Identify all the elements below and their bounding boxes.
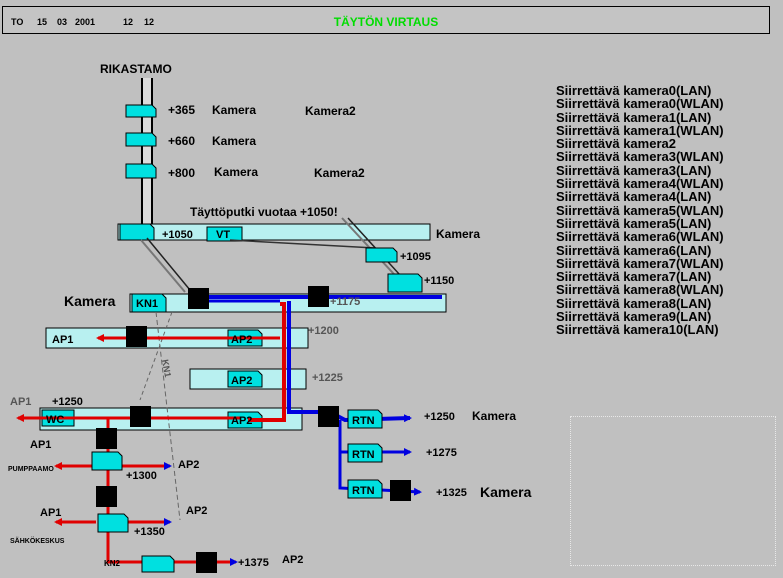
level-label-1175: +1175	[330, 296, 360, 308]
camera-list-item[interactable]: Siirrettävä kamera5(WLAN)	[556, 203, 724, 217]
camera-label[interactable]: Kamera	[480, 484, 532, 500]
camera-list-item[interactable]: Siirrettävä kamera6(WLAN)	[556, 230, 724, 244]
level-label-1375: +1375	[238, 557, 269, 569]
valve[interactable]	[96, 428, 117, 449]
ap2-label: AP2	[186, 505, 207, 517]
camera-list-item[interactable]: Siirrettävä kamera9(LAN)	[556, 310, 724, 324]
valve[interactable]	[308, 286, 329, 307]
camera-list-item[interactable]: Siirrettävä kamera4(WLAN)	[556, 177, 724, 191]
station-660[interactable]	[125, 132, 157, 147]
level-label-1225: +1225	[312, 372, 343, 384]
level-label-1350: +1350	[134, 526, 165, 538]
ap2-label: AP2	[231, 375, 252, 387]
pumppaamo-tank[interactable]	[91, 451, 123, 471]
level-label-1325: +1325	[436, 487, 467, 499]
pumppaamo-label: PUMPPAAMO	[8, 466, 54, 473]
valve[interactable]	[196, 552, 217, 573]
rtn-label: RTN	[352, 449, 375, 461]
kn1-vertical-label: KN1	[160, 359, 173, 378]
level-label-1150: +1150	[424, 275, 454, 287]
ap1-label: AP1	[40, 507, 61, 519]
camera-list-item[interactable]: Siirrettävä kamera1(LAN)	[556, 110, 724, 124]
camera-list-item[interactable]: Siirrettävä kamera0(WLAN)	[556, 97, 724, 111]
shaft	[143, 78, 151, 228]
level-label-1300: +1300	[126, 470, 157, 482]
wc-label: WC	[46, 414, 64, 426]
camera-list-item[interactable]: Siirrettävä kamera7(LAN)	[556, 270, 724, 284]
rtn-label: RTN	[352, 415, 375, 427]
camera-list-item[interactable]: Siirrettävä kamera8(LAN)	[556, 296, 724, 310]
station-800[interactable]	[125, 163, 157, 179]
camera-list-item[interactable]: Siirrettävä kamera10(LAN)	[556, 323, 724, 337]
camera-list-item[interactable]: Siirrettävä kamera6(LAN)	[556, 243, 724, 257]
ap1-label: AP1	[30, 439, 51, 451]
camera-label[interactable]: Kamera	[436, 227, 480, 241]
camera2-label[interactable]: Kamera2	[314, 166, 365, 180]
kn2-label: KN2	[104, 559, 121, 568]
ap2-label: AP2	[282, 554, 303, 566]
camera-list-item[interactable]: Siirrettävä kamera3(LAN)	[556, 163, 724, 177]
kn1-label: KN1	[136, 298, 158, 310]
camera-list-item[interactable]: Siirrettävä kamera4(LAN)	[556, 190, 724, 204]
camera-label[interactable]: Kamera	[214, 165, 258, 179]
valve[interactable]	[188, 288, 209, 309]
sahkokeskus-tank[interactable]	[97, 513, 129, 533]
level-label-1095: +1095	[400, 251, 431, 263]
tank-1095[interactable]	[365, 247, 398, 263]
empty-panel	[570, 416, 776, 566]
tank-1050[interactable]	[119, 223, 155, 241]
camera-list-item[interactable]: Siirrettävä kamera7(WLAN)	[556, 257, 724, 271]
level-label-1200: +1200	[308, 325, 339, 337]
level-label-1275: +1275	[426, 447, 457, 459]
station-365[interactable]	[125, 104, 157, 118]
tank-1150[interactable]	[387, 273, 423, 293]
valve[interactable]	[390, 480, 411, 501]
camera-list-item[interactable]: Siirrettävä kamera3(WLAN)	[556, 150, 724, 164]
level-label-800: +800	[168, 166, 195, 180]
valve[interactable]	[318, 406, 339, 427]
level-label-1250-right: +1250	[424, 411, 455, 423]
ap1-label: AP1	[10, 396, 31, 408]
camera-list-item[interactable]: Siirrettävä kamera2	[556, 137, 724, 151]
camera-label[interactable]: Kamera	[212, 103, 256, 117]
camera-list-item[interactable]: Siirrettävä kamera1(WLAN)	[556, 124, 724, 138]
level-label-1250: +1250	[52, 396, 83, 408]
camera-label[interactable]: Kamera	[64, 293, 116, 309]
camera-list: Siirrettävä kamera0(LAN) Siirrettävä kame…	[556, 84, 724, 337]
rikastamo-label: RIKASTAMO	[100, 62, 172, 76]
camera2-label[interactable]: Kamera2	[305, 104, 356, 118]
level-label-1050: +1050	[162, 229, 193, 241]
level-label-660: +660	[168, 134, 195, 148]
camera-label[interactable]: Kamera	[212, 134, 256, 148]
leak-alarm: Täyttöputki vuotaa +1050!	[190, 205, 338, 219]
ap2-label: AP2	[231, 415, 252, 427]
camera-list-item[interactable]: Siirrettävä kamera0(LAN)	[556, 84, 724, 98]
ap2-label: AP2	[178, 459, 199, 471]
sahkokeskus-label: SÄHKÖKESKUS	[10, 536, 65, 545]
vt-label: VT	[216, 229, 230, 241]
level-label-365: +365	[168, 103, 195, 117]
kn2-tank[interactable]	[141, 555, 175, 573]
valve[interactable]	[96, 486, 117, 507]
rtn-label: RTN	[352, 485, 375, 497]
valve[interactable]	[130, 406, 151, 427]
camera-label[interactable]: Kamera	[472, 409, 516, 423]
valve[interactable]	[126, 326, 147, 347]
ap1-label: AP1	[52, 334, 73, 346]
camera-list-item[interactable]: Siirrettävä kamera8(WLAN)	[556, 283, 724, 297]
camera-list-item[interactable]: Siirrettävä kamera5(LAN)	[556, 217, 724, 231]
ap2-label: AP2	[231, 334, 252, 346]
